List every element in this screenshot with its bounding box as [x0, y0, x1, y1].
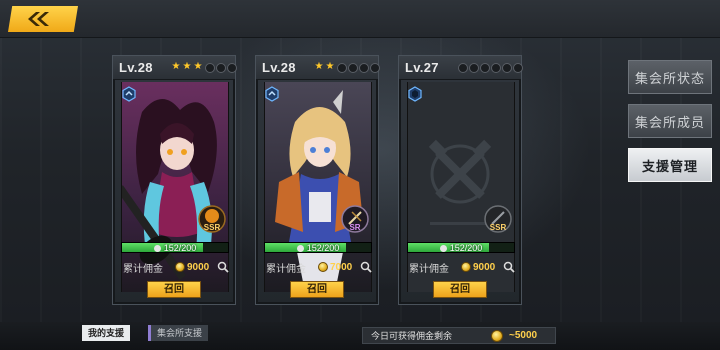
sidebar-item-hall-status[interactable]: 集会所状态 — [628, 60, 712, 94]
star-filled-icon: ★ — [325, 61, 335, 72]
support-card-2[interactable]: Lv.28 ★ ★ SR 152/200 累计佣金 7000 召回 — [255, 55, 379, 305]
star-rating: ★ ★ — [314, 62, 379, 72]
star-empty-icon — [501, 62, 511, 72]
back-button[interactable] — [8, 6, 78, 32]
sidebar-item-label: 支援管理 — [641, 158, 698, 174]
coin-icon — [491, 330, 503, 342]
sidebar-item-support-management[interactable]: 支援管理 — [628, 148, 712, 182]
star-filled-icon: ★ — [182, 61, 192, 72]
stamina-bar: 152/200 — [407, 242, 515, 253]
star-empty-icon — [226, 62, 236, 72]
coin-icon — [318, 262, 328, 272]
star-empty-icon — [479, 62, 489, 72]
rank-badge-icon: SR — [341, 205, 369, 233]
star-empty-icon — [468, 62, 478, 72]
daily-remaining-panel: 今日可获得佣金剩余 ~5000 — [362, 327, 556, 344]
sidebar-item-hall-members[interactable]: 集会所成员 — [628, 104, 712, 138]
recall-button[interactable]: 召回 — [433, 281, 487, 298]
level-label: Lv.28 — [262, 60, 296, 75]
star-empty-icon — [512, 62, 522, 72]
magnifier-icon[interactable] — [503, 261, 515, 273]
rank-label: SSR — [204, 223, 221, 232]
coin-icon — [461, 262, 471, 272]
accumulated-fee: 累计佣金 9000 — [399, 258, 521, 276]
fee-label: 累计佣金 — [409, 263, 449, 275]
tab-my-support[interactable]: 我的支援 — [82, 325, 131, 341]
recall-button[interactable]: 召回 — [147, 281, 201, 298]
stamina-value: 152/200 — [265, 243, 371, 253]
star-filled-icon: ★ — [171, 61, 181, 72]
recall-button[interactable]: 召回 — [290, 281, 344, 298]
support-card-1[interactable]: Lv.28 ★ ★ ★ SSR 152/200 累计佣金 9000 召回 — [112, 55, 236, 305]
faction-icon — [122, 86, 136, 102]
rank-badge-icon: SSR — [484, 205, 512, 233]
magnifier-icon[interactable] — [360, 261, 372, 273]
sidebar-item-label: 集会所状态 — [634, 70, 705, 86]
coin-icon — [175, 262, 185, 272]
faction-icon — [408, 86, 422, 102]
star-rating: ★ ★ ★ — [171, 62, 236, 72]
back-arrow-icon — [28, 12, 49, 26]
rank-label: SSR — [490, 223, 507, 232]
magnifier-icon[interactable] — [217, 261, 229, 273]
stamina-bar: 152/200 — [121, 242, 229, 253]
accumulated-fee: 累计佣金 7000 — [256, 258, 378, 276]
star-empty-icon — [490, 62, 500, 72]
fee-value: 9000 — [187, 261, 210, 273]
remaining-label: 今日可获得佣金剩余 — [371, 331, 453, 341]
game-screen: Lv.28 ★ ★ ★ SSR 152/200 累计佣金 9000 召回 Lv.… — [0, 0, 720, 350]
fee-label: 累计佣金 — [266, 263, 306, 275]
star-empty-icon — [457, 62, 467, 72]
level-label: Lv.27 — [405, 60, 439, 75]
fee-value: 7000 — [330, 261, 353, 273]
star-filled-icon: ★ — [193, 61, 203, 72]
fee-value: 9000 — [473, 261, 496, 273]
remaining-value: ~5000 — [509, 330, 538, 341]
level-label: Lv.28 — [119, 60, 153, 75]
support-card-3[interactable]: Lv.27 SSR 152/200 累计佣金 9000 召回 — [398, 55, 522, 305]
star-filled-icon: ★ — [314, 61, 324, 72]
accumulated-fee: 累计佣金 9000 — [113, 258, 235, 276]
faction-icon — [265, 86, 279, 102]
rank-badge-icon: SSR — [198, 205, 226, 233]
star-rating — [457, 62, 522, 72]
star-empty-icon — [336, 62, 346, 72]
stamina-value: 152/200 — [122, 243, 228, 253]
top-bar — [0, 0, 720, 38]
fee-label: 累计佣金 — [123, 263, 163, 275]
sidebar-item-label: 集会所成员 — [634, 114, 705, 130]
star-empty-icon — [204, 62, 214, 72]
star-empty-icon — [347, 62, 357, 72]
stamina-bar: 152/200 — [264, 242, 372, 253]
stamina-value: 152/200 — [408, 243, 514, 253]
star-empty-icon — [358, 62, 368, 72]
star-empty-icon — [215, 62, 225, 72]
rank-label: SR — [349, 223, 360, 232]
tab-hall-support[interactable]: 集会所支援 — [148, 325, 209, 341]
star-empty-icon — [369, 62, 379, 72]
